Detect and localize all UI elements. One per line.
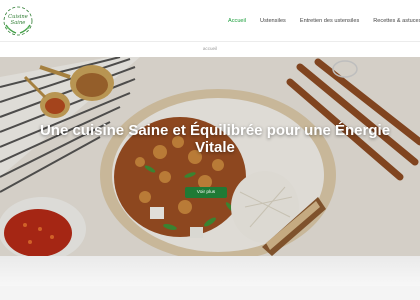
hero-overlay (0, 57, 420, 256)
section-divider (0, 256, 420, 286)
logo[interactable]: Cuisine Saine (2, 5, 34, 37)
see-more-button[interactable]: Voir plus (185, 187, 227, 198)
site-header: Cuisine Saine Accueil Ustensiles Entreti… (0, 0, 420, 42)
breadcrumb[interactable]: accueil (0, 46, 420, 51)
nav-item-accueil[interactable]: Accueil (228, 16, 246, 26)
hero-section: Une cuisine Saine et Équilibrée pour une… (0, 57, 420, 256)
breadcrumb-bar: accueil (0, 42, 420, 57)
nav-item-recettes[interactable]: Recettes & astuces (373, 16, 420, 26)
logo-text: Cuisine Saine (8, 14, 28, 26)
main-nav: Accueil Ustensiles Entretien des ustensi… (228, 16, 420, 26)
content-section (0, 256, 420, 300)
nav-item-ustensiles[interactable]: Ustensiles (260, 16, 286, 26)
nav-item-entretien[interactable]: Entretien des ustensiles (300, 16, 359, 26)
hero-title: Une cuisine Saine et Équilibrée pour une… (39, 122, 391, 156)
